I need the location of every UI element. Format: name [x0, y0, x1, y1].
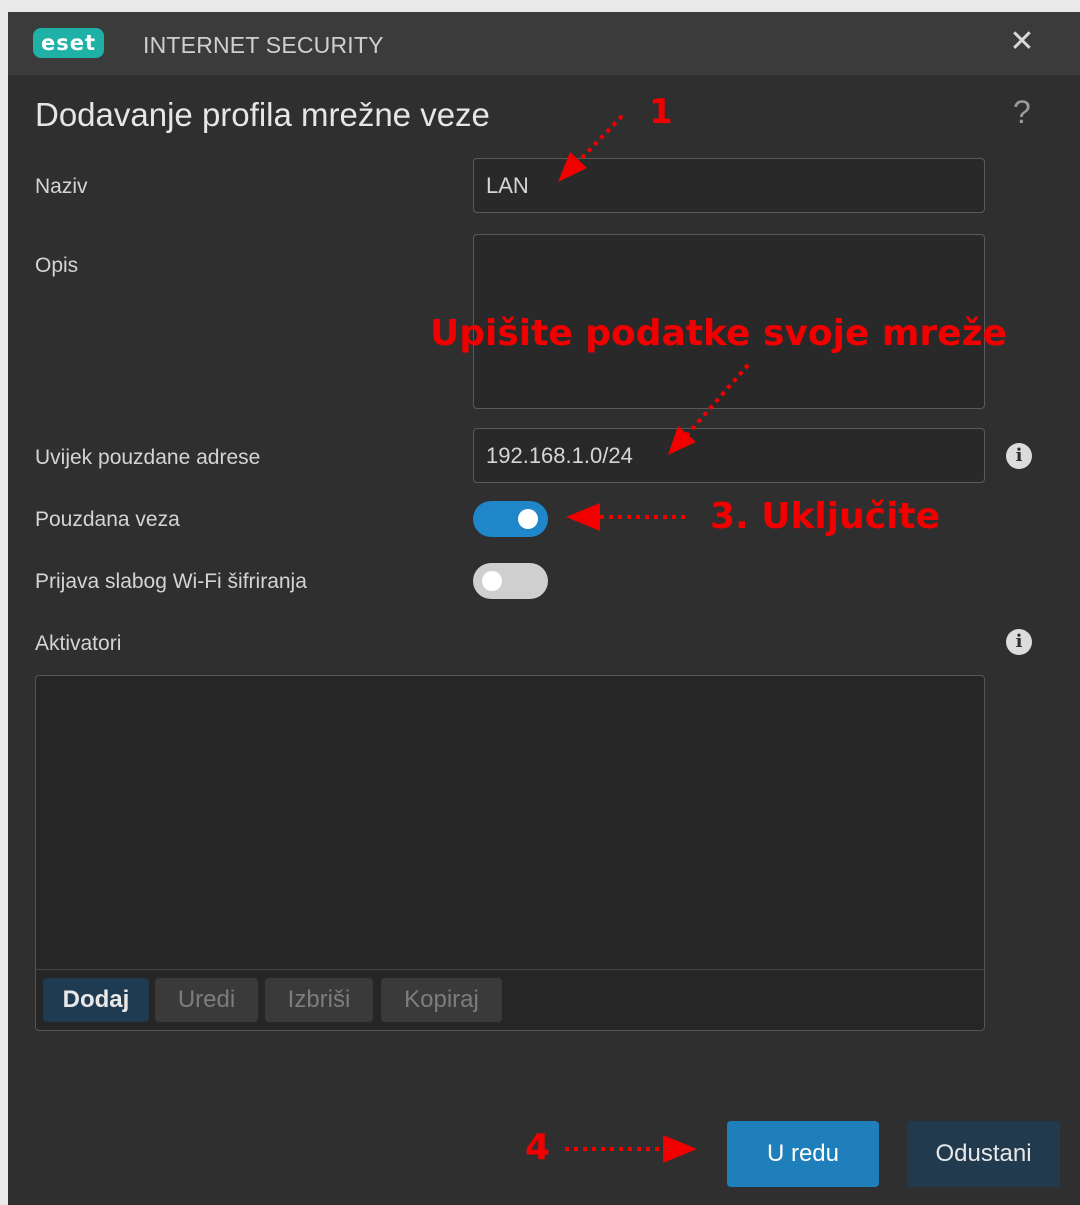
arrow-3-head: [566, 503, 600, 531]
arrow-1-line: [576, 114, 624, 164]
arrow-2-head: [668, 426, 696, 455]
arrow-4-head: [663, 1135, 697, 1163]
arrow-2-line: [684, 363, 750, 438]
annotation-arrows: [558, 114, 750, 1163]
